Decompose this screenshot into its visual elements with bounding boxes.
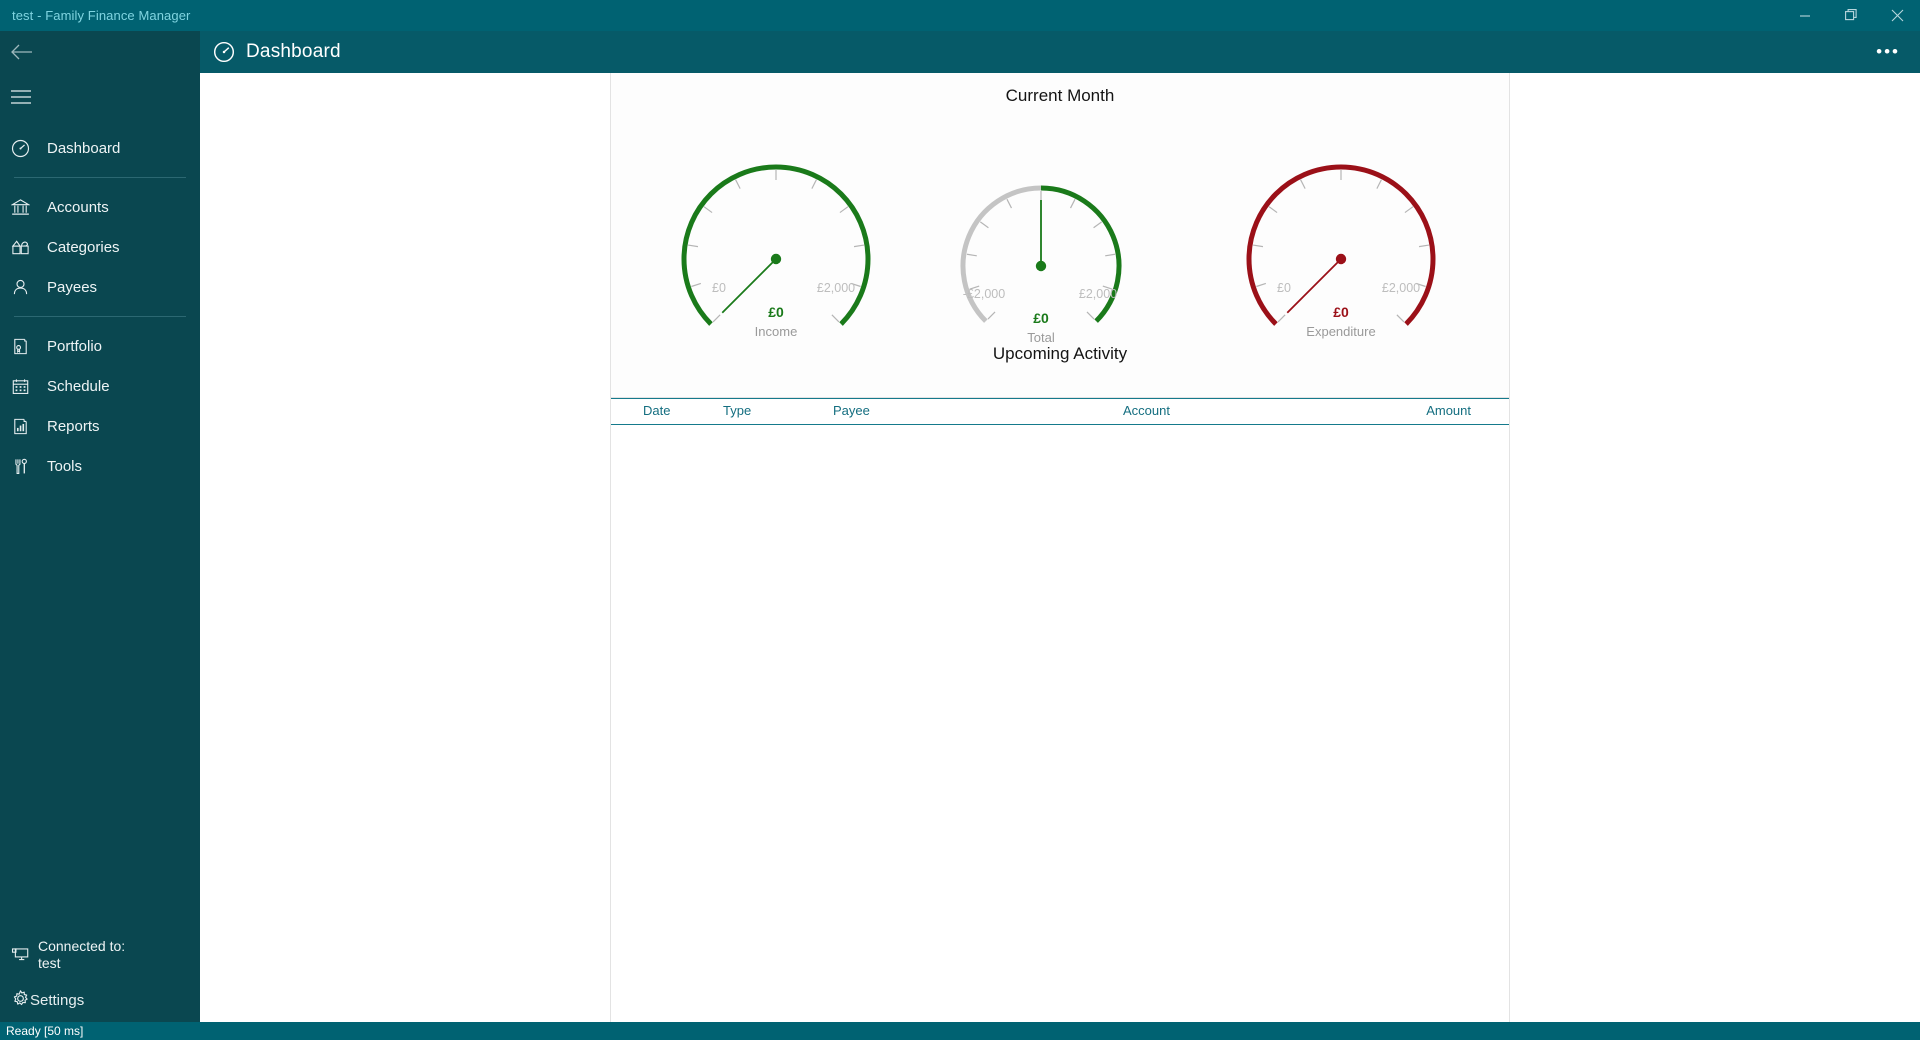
title-bar: test - Family Finance Manager (0, 0, 1920, 31)
connected-monitor-icon (11, 944, 30, 967)
sidebar-item-label: Schedule (47, 377, 110, 395)
svg-text:Income: Income (755, 324, 798, 339)
sidebar-item-label: Tools (47, 457, 83, 475)
gear-icon (11, 989, 30, 1012)
dashboard-panel: Current Month £0 £2,000 £0 Income -£2,00… (610, 73, 1510, 1022)
bank-icon (11, 198, 39, 217)
svg-text:£0: £0 (712, 281, 726, 295)
sidebar-item-label: Categories (47, 238, 120, 256)
tools-icon (11, 457, 39, 476)
column-header-payee[interactable]: Payee (833, 403, 870, 418)
column-header-date[interactable]: Date (643, 403, 670, 418)
dashboard-gauge-icon (213, 41, 235, 63)
sidebar-item-tools[interactable]: Tools (0, 446, 200, 486)
svg-text:-£2,000: -£2,000 (963, 287, 1005, 301)
svg-text:£0: £0 (1277, 281, 1291, 295)
sidebar-item-portfolio[interactable]: Portfolio (0, 326, 200, 366)
svg-text:£0: £0 (768, 304, 784, 320)
sidebar-item-reports[interactable]: Reports (0, 406, 200, 446)
person-icon (11, 278, 39, 297)
connection-label: Connected to: (38, 938, 126, 954)
gauge-income: £0 £2,000 £0 Income (631, 114, 921, 364)
column-header-amount[interactable]: Amount (1426, 403, 1471, 418)
connection-status[interactable]: Connected to: test (0, 935, 200, 978)
svg-text:£0: £0 (1333, 304, 1349, 320)
status-text: Ready [50 ms] (6, 1024, 84, 1038)
page-header: Dashboard ••• (200, 31, 1920, 73)
report-chart-icon (11, 417, 39, 436)
sidebar-divider (14, 177, 186, 178)
connection-value: test (38, 955, 61, 971)
sidebar-item-label: Accounts (47, 198, 109, 216)
upcoming-activity-title: Upcoming Activity (992, 344, 1128, 363)
column-header-account[interactable]: Account (1123, 403, 1170, 418)
sidebar-item-dashboard[interactable]: Dashboard (0, 128, 200, 168)
window-title: test - Family Finance Manager (12, 8, 191, 23)
gauge-total: -£2,000 £2,000 £0 Total (916, 146, 1166, 361)
upcoming-activity-table: Date Type Payee Account Amount (610, 398, 1510, 1022)
svg-text:£0: £0 (1033, 310, 1049, 326)
sidebar-item-label: Reports (47, 417, 100, 435)
gauge-group: £0 £2,000 £0 Income -£2,000 £2,000 £0 To… (611, 106, 1511, 361)
svg-text:£2,000: £2,000 (1382, 281, 1420, 295)
close-button[interactable] (1874, 0, 1920, 31)
sidebar-item-settings[interactable]: Settings (0, 978, 200, 1022)
certificate-icon (11, 337, 39, 356)
status-bar: Ready [50 ms] (0, 1022, 1920, 1040)
calendar-icon (11, 377, 39, 396)
table-header-row: Date Type Payee Account Amount (611, 398, 1509, 425)
content-area: Current Month £0 £2,000 £0 Income -£2,00… (200, 73, 1920, 1022)
sidebar-item-label: Payees (47, 278, 98, 296)
svg-text:£2,000: £2,000 (817, 281, 855, 295)
settings-label: Settings (30, 991, 85, 1009)
table-body (611, 425, 1509, 1021)
sidebar-bottom-group: Connected to: test Settings (0, 935, 200, 1022)
sidebar-item-label: Portfolio (47, 337, 103, 355)
current-month-title: Current Month (1005, 86, 1115, 105)
column-header-type[interactable]: Type (723, 403, 751, 418)
categories-icon (11, 238, 39, 257)
back-button[interactable] (0, 31, 200, 73)
restore-button[interactable] (1828, 0, 1874, 31)
back-arrow-icon (11, 44, 32, 60)
svg-text:£2,000: £2,000 (1079, 287, 1117, 301)
sidebar-item-payees[interactable]: Payees (0, 267, 200, 307)
sidebar-item-schedule[interactable]: Schedule (0, 366, 200, 406)
svg-text:Expenditure: Expenditure (1306, 324, 1375, 339)
window-controls (1782, 0, 1920, 31)
minimize-button[interactable] (1782, 0, 1828, 31)
menu-toggle-button[interactable] (0, 76, 200, 118)
gauge-expenditure: £0 £2,000 £0 Expenditure (1196, 114, 1486, 364)
hamburger-menu-icon (11, 90, 31, 104)
sidebar: Dashboard Accounts Categories Payees Por… (0, 31, 200, 1022)
page-title: Dashboard (246, 41, 341, 62)
gauge-icon (11, 139, 39, 158)
sidebar-item-label: Dashboard (47, 139, 121, 157)
sidebar-divider (14, 316, 186, 317)
sidebar-item-accounts[interactable]: Accounts (0, 187, 200, 227)
sidebar-item-categories[interactable]: Categories (0, 227, 200, 267)
svg-text:Total: Total (1027, 330, 1055, 345)
app-window: test - Family Finance Manager Dashboard … (0, 0, 1920, 1040)
more-options-button[interactable]: ••• (1870, 31, 1906, 73)
